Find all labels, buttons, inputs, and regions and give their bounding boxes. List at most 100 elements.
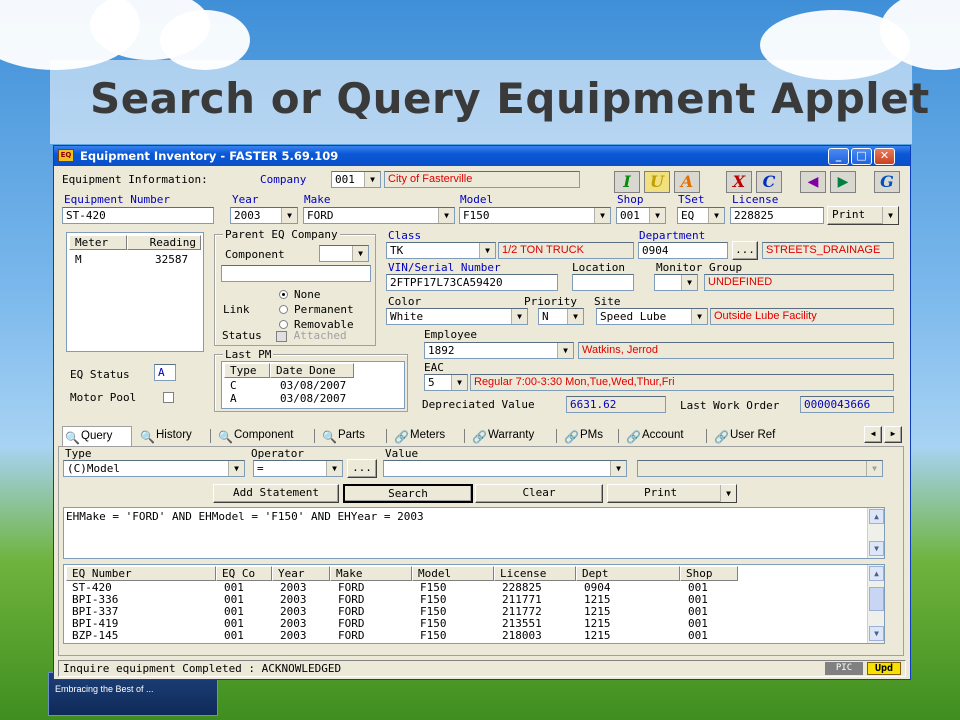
department-lookup-button[interactable]: ... bbox=[732, 241, 758, 260]
clear-icon[interactable]: C bbox=[756, 171, 782, 193]
col-year[interactable]: Year bbox=[272, 566, 330, 581]
add-statement-button[interactable]: Add Statement bbox=[213, 484, 339, 503]
tab-pms[interactable]: 🔗 PMs bbox=[562, 426, 618, 446]
next-record-icon[interactable]: ▶ bbox=[830, 171, 856, 193]
tab-scroll-right-button[interactable]: ▶ bbox=[884, 426, 902, 443]
operator-label: Operator bbox=[251, 447, 304, 460]
go-icon[interactable]: G bbox=[874, 171, 900, 193]
search-button[interactable]: Search bbox=[343, 484, 473, 503]
clear-button[interactable]: Clear bbox=[475, 484, 603, 503]
delete-icon[interactable]: X bbox=[726, 171, 752, 193]
company-select[interactable]: 001 ▼ bbox=[331, 171, 381, 188]
shop-select[interactable]: 001 ▼ bbox=[616, 207, 666, 224]
dropdown-arrow-icon: ▼ bbox=[610, 461, 626, 476]
motor-pool-checkbox[interactable] bbox=[163, 392, 174, 403]
dropdown-arrow-icon: ▼ bbox=[438, 208, 454, 223]
tab-scroll-left-button[interactable]: ◀ bbox=[864, 426, 882, 443]
tab-user-ref[interactable]: 🔗 User Ref bbox=[712, 426, 802, 446]
update-icon[interactable]: U bbox=[644, 171, 670, 193]
add-icon[interactable]: A bbox=[674, 171, 700, 193]
reading-header[interactable]: Reading bbox=[127, 235, 201, 250]
employee-select[interactable]: 1892 ▼ bbox=[424, 342, 574, 359]
date-done-header[interactable]: Date Done bbox=[270, 363, 354, 378]
col-license[interactable]: License bbox=[494, 566, 576, 581]
col-eq-number[interactable]: EQ Number bbox=[66, 566, 216, 581]
tab-account[interactable]: 🔗 Account bbox=[624, 426, 706, 446]
value-select[interactable]: ▼ bbox=[383, 460, 627, 477]
radio-permanent[interactable]: Permanent bbox=[279, 303, 354, 316]
tab-label: Account bbox=[642, 429, 684, 441]
table-cell: FORD bbox=[338, 629, 365, 642]
scroll-down-icon[interactable]: ▼ bbox=[869, 626, 884, 641]
tab-parts[interactable]: 🔍 Parts bbox=[320, 426, 386, 446]
results-table[interactable]: EQ Number EQ Co Year Make Model License … bbox=[63, 564, 885, 644]
type-header[interactable]: Type bbox=[224, 363, 270, 378]
last-pm-title: Last PM bbox=[223, 348, 274, 361]
meter-list[interactable]: Meter Reading M 32587 bbox=[66, 232, 204, 352]
component-field[interactable] bbox=[221, 265, 371, 282]
status-bar: Inquire equipment Completed : ACKNOWLEDG… bbox=[58, 660, 906, 677]
site-select[interactable]: Speed Lube ▼ bbox=[596, 308, 708, 325]
insert-icon[interactable]: I bbox=[614, 171, 640, 193]
tab-history[interactable]: 🔍 History bbox=[138, 426, 210, 446]
col-eq-co[interactable]: EQ Co bbox=[216, 566, 272, 581]
tab-query[interactable]: 🔍 Query bbox=[62, 426, 132, 446]
tab-meters[interactable]: 🔗 Meters bbox=[392, 426, 464, 446]
table-cell: BZP-145 bbox=[72, 629, 119, 642]
type-label: Type bbox=[65, 447, 92, 460]
query-print-button[interactable]: Print ▼ bbox=[607, 484, 737, 503]
scroll-down-icon[interactable]: ▼ bbox=[869, 541, 884, 556]
tab-warranty[interactable]: 🔗 Warranty bbox=[470, 426, 556, 446]
department-field[interactable]: 0904 bbox=[638, 242, 728, 259]
value-lookup-button[interactable]: ... bbox=[347, 459, 377, 478]
col-shop[interactable]: Shop bbox=[680, 566, 738, 581]
type-select[interactable]: (C)Model ▼ bbox=[63, 460, 245, 477]
priority-select[interactable]: N ▼ bbox=[538, 308, 584, 325]
tset-select[interactable]: EQ ▼ bbox=[677, 207, 725, 224]
employee-value: 1892 bbox=[428, 344, 455, 357]
vin-field[interactable]: 2FTPF17L73CA59420 bbox=[386, 274, 558, 291]
scroll-thumb[interactable] bbox=[869, 587, 884, 611]
eac-select[interactable]: 5 ▼ bbox=[424, 374, 468, 391]
last-pm-list[interactable]: Type Date Done C 03/08/2007 A 03/08/2007 bbox=[221, 361, 405, 409]
license-field[interactable]: 228825 bbox=[730, 207, 824, 224]
operator-select[interactable]: = ▼ bbox=[253, 460, 343, 477]
model-select[interactable]: F150 ▼ bbox=[459, 207, 611, 224]
previous-record-icon[interactable]: ◀ bbox=[800, 171, 826, 193]
year-select[interactable]: 2003 ▼ bbox=[230, 207, 298, 224]
attached-checkbox[interactable]: Attached bbox=[276, 329, 347, 342]
class-select[interactable]: TK ▼ bbox=[386, 242, 496, 259]
close-button[interactable]: ✕ bbox=[874, 148, 895, 165]
col-dept[interactable]: Dept bbox=[576, 566, 680, 581]
make-select[interactable]: FORD ▼ bbox=[303, 207, 455, 224]
minimize-button[interactable]: _ bbox=[828, 148, 849, 165]
component-select[interactable]: ▼ bbox=[319, 245, 369, 262]
tset-value: EQ bbox=[681, 209, 695, 222]
location-field[interactable] bbox=[572, 274, 634, 291]
meter-header[interactable]: Meter bbox=[69, 235, 127, 250]
equipment-info-label: Equipment Information: bbox=[62, 173, 208, 186]
radio-none[interactable]: None bbox=[279, 288, 321, 301]
statement-scrollbar[interactable]: ▲ ▼ bbox=[867, 508, 884, 558]
equipment-number-field[interactable]: ST-420 bbox=[62, 207, 214, 224]
year-value: 2003 bbox=[234, 209, 261, 222]
dropdown-arrow-icon: ▼ bbox=[720, 485, 736, 502]
magnifier-icon: 🔍 bbox=[322, 430, 337, 444]
scroll-up-icon[interactable]: ▲ bbox=[869, 509, 884, 524]
dropdown-arrow-icon: ▼ bbox=[567, 309, 583, 324]
color-select[interactable]: White ▼ bbox=[386, 308, 528, 325]
monitor-group-select[interactable]: ▼ bbox=[654, 274, 698, 291]
radio-icon bbox=[279, 304, 288, 314]
table-row[interactable]: ST-420 001 2003 FORD F150 228825 0904 001 bbox=[64, 582, 736, 594]
col-model[interactable]: Model bbox=[412, 566, 494, 581]
scroll-up-icon[interactable]: ▲ bbox=[869, 566, 884, 581]
maximize-button[interactable]: □ bbox=[851, 148, 872, 165]
tab-component[interactable]: 🔍 Component bbox=[216, 426, 314, 446]
operator-value: = bbox=[257, 462, 264, 475]
query-statement-box[interactable]: EHMake = 'FORD' AND EHModel = 'F150' AND… bbox=[63, 507, 885, 559]
results-scrollbar[interactable]: ▲ ▼ bbox=[867, 565, 884, 643]
eq-status-field[interactable]: A bbox=[154, 364, 176, 381]
print-button[interactable]: Print ▼ bbox=[827, 206, 899, 225]
col-make[interactable]: Make bbox=[330, 566, 412, 581]
value-label: Value bbox=[385, 447, 419, 460]
